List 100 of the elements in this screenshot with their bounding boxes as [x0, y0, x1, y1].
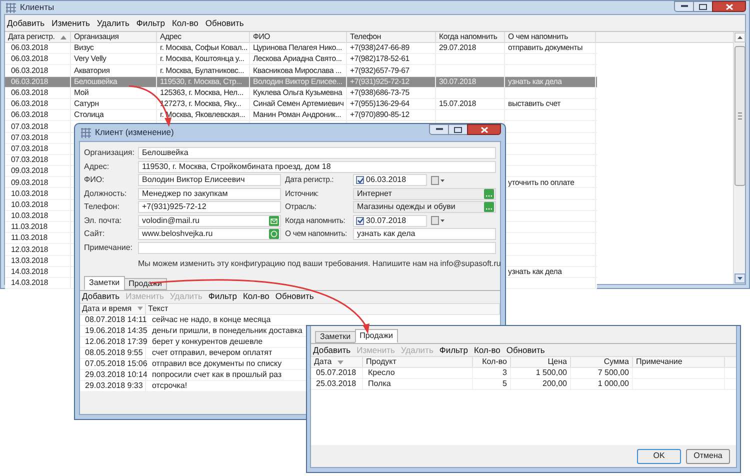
table-cell: отправил все документы по списку [152, 358, 282, 370]
maximize-icon [454, 126, 462, 132]
table-cell: 1 000,00 [598, 378, 629, 390]
table-cell: 25.03.2018 [316, 378, 356, 390]
toolbar-button[interactable]: Обновить [205, 18, 244, 28]
maximize-button[interactable] [449, 124, 467, 135]
table-cell: 3 [502, 367, 507, 379]
date-field[interactable]: 06.03.2018 [353, 174, 427, 186]
table-cell: Кресло [368, 367, 395, 379]
field-label: Организация: [84, 147, 136, 159]
more-icon[interactable] [484, 188, 494, 198]
field-label: Должность: [84, 188, 128, 200]
close-icon [726, 4, 732, 10]
text-field[interactable]: Менеджер по закупкам [138, 188, 281, 200]
minimize-button[interactable] [429, 124, 449, 135]
column-header[interactable]: Кол-во [473, 357, 511, 367]
info-text: Мы можем изменить эту конфигурацию под ваши требования. Напишите нам на info@supasoft.ru [138, 258, 501, 268]
toolbar-button[interactable]: Кол-во [242, 292, 270, 301]
table-cell: 08.05.2018 9:55 [85, 346, 143, 358]
field-label: Сайт: [84, 228, 106, 240]
text-field[interactable]: Володин Виктор Елисеевич [138, 174, 281, 186]
sort-descending-icon [336, 360, 344, 364]
toolbar-button[interactable]: Кол-во [172, 18, 198, 28]
toolbar-button[interactable]: Кол-во [474, 346, 500, 354]
tab[interactable]: Продажи [354, 329, 398, 343]
table-cell: деньги пришли, в понедельник доставка [152, 324, 302, 336]
field-label: ФИО: [84, 174, 106, 186]
toolbar-button[interactable]: Изменить [52, 18, 90, 28]
wide-field[interactable] [138, 242, 496, 254]
close-icon [480, 126, 488, 132]
scroll-up-icon[interactable] [734, 32, 746, 43]
site-field[interactable]: www.beloshvejka.ru [138, 228, 281, 240]
calendar-dropdown-icon[interactable] [431, 216, 445, 225]
toolbar-button[interactable]: Фильтр [208, 292, 237, 301]
table-cell: 05.07.2018 [316, 367, 356, 379]
more-icon[interactable] [484, 202, 494, 212]
column-header[interactable]: Примечание [633, 357, 725, 367]
table-cell: 12.06.2018 17:39 [85, 336, 148, 348]
maximize-button[interactable] [694, 1, 712, 12]
minimize-icon [436, 128, 442, 131]
grid-icon [81, 128, 91, 138]
toolbar-button[interactable]: Добавить [313, 346, 351, 354]
column-header[interactable]: Дата и время [80, 304, 146, 314]
column-header[interactable]: Текст [146, 304, 500, 314]
date-field[interactable]: 30.07.2018 [353, 214, 427, 226]
minimize-button[interactable] [674, 1, 694, 12]
window-title: Клиенты [20, 1, 54, 14]
envelope-icon[interactable] [269, 216, 279, 226]
table-cell: 08.07.2018 14:11 [85, 314, 147, 326]
close-button[interactable] [712, 1, 746, 12]
column-header[interactable]: Цена [511, 357, 571, 367]
field-label: Примечание: [84, 242, 134, 254]
field-label: Эл. почта: [84, 214, 123, 226]
minimize-icon [680, 5, 688, 8]
table-cell: 29.03.2018 9:33 [85, 380, 143, 392]
sort-descending-icon [136, 306, 143, 311]
table-cell: берет у конкурентов дешевле [152, 336, 263, 348]
close-button[interactable] [467, 124, 501, 135]
table-cell: 7 500,00 [598, 367, 629, 379]
wide-field[interactable]: Белошвейка [138, 147, 496, 159]
ok-button[interactable]: OK [637, 448, 681, 464]
table-cell: отсрочка! [152, 380, 188, 392]
table-cell: счет отправил, вечером оплатят [152, 346, 272, 358]
toolbar-button[interactable]: Удалить [96, 18, 130, 28]
column-header[interactable]: Сумма [571, 357, 633, 367]
toolbar-button[interactable]: Добавить [7, 18, 45, 28]
tab[interactable]: Заметки [315, 331, 356, 343]
sort-ascending-icon [60, 34, 67, 40]
table-cell: 29.03.2018 10:14 [85, 368, 148, 380]
table-cell: 200,00 [542, 378, 567, 390]
lookup-field[interactable]: Интернет [353, 188, 496, 200]
scroll-down-icon[interactable] [734, 273, 746, 284]
text-field[interactable]: узнать как дела [353, 228, 496, 240]
checkbox[interactable] [356, 216, 364, 224]
maximize-icon [699, 4, 707, 10]
column-header[interactable]: Дата [311, 357, 363, 367]
text-field[interactable]: +7(931)925-72-12 [138, 201, 281, 213]
column-header[interactable]: Продукт [363, 357, 473, 367]
lookup-field[interactable]: Магазины одежды и обуви [353, 201, 496, 213]
email-field[interactable]: volodin@mail.ru [138, 214, 281, 226]
table-cell: 07.05.2018 15:06 [85, 358, 148, 370]
wide-field[interactable]: 119530, г. Москва, Стройкомбината проезд, дом 18 [138, 160, 496, 172]
tab[interactable]: Заметки [84, 276, 125, 290]
checkbox[interactable] [356, 176, 364, 184]
toolbar-button[interactable]: Добавить [82, 292, 120, 301]
scrollbar[interactable] [733, 32, 745, 284]
cancel-button[interactable]: Отмена [686, 448, 730, 464]
table-cell: 19.06.2018 14:35 [85, 324, 148, 336]
toolbar-button[interactable]: Фильтр [439, 346, 468, 354]
grid-icon [6, 2, 16, 12]
table-cell: попросили счет как в прошлый раз [152, 368, 282, 380]
toolbar-button[interactable]: Фильтр [136, 18, 165, 28]
table-cell: сейчас не надо, в конце месяца [152, 314, 271, 326]
table-cell: 1 500,00 [536, 367, 567, 379]
calendar-dropdown-icon[interactable] [431, 176, 445, 184]
toolbar-button[interactable]: Обновить [275, 292, 314, 301]
field-label: Телефон: [84, 201, 120, 213]
window-title: Клиент (изменение) [95, 126, 174, 139]
toolbar-button[interactable]: Обновить [506, 346, 545, 354]
field-label: Адрес: [84, 160, 110, 172]
